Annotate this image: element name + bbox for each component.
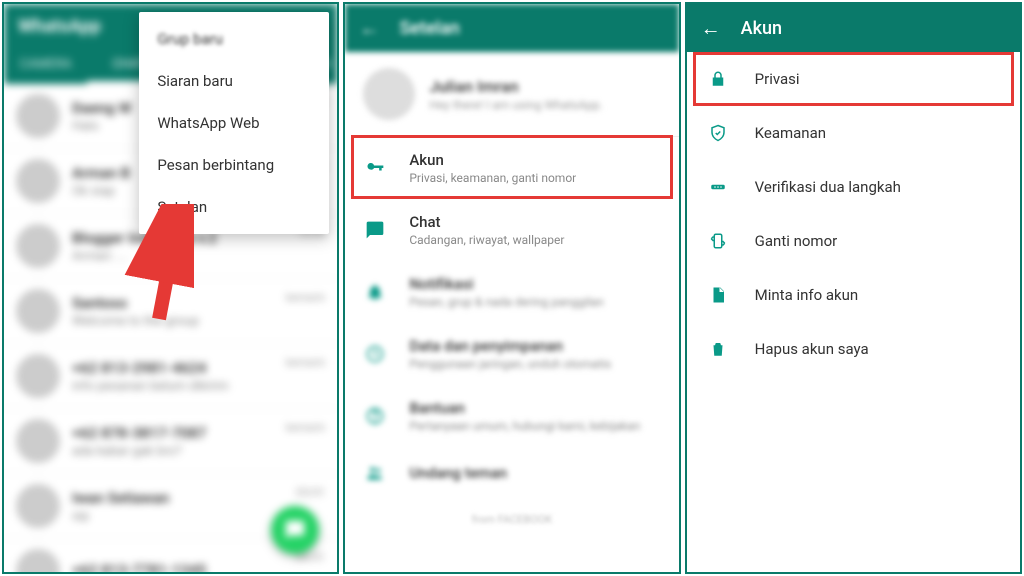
chat-row[interactable]: +62 878-3817-7087 ada kabar gak bro? kem… [4,409,337,474]
chat-preview: ada kabar gak bro? [72,444,286,459]
overflow-menu: Grup baruSiaran baruWhatsApp WebPesan be… [139,12,329,234]
chat-time: kemarin [286,421,325,434]
avatar [16,419,60,463]
settings-item-bantuan[interactable]: Bantuan Pertanyaan umum, hubungi kami, k… [345,385,678,447]
account-item-minta-info-akun[interactable]: Minta info akun [687,268,1020,322]
new-chat-fab[interactable] [271,506,319,554]
settings-item-title: Notifikasi [409,275,603,293]
avatar [16,549,60,574]
avatar [16,159,60,203]
avatar [16,224,60,268]
help-icon [363,404,387,428]
chat-time: kemarin [286,291,325,304]
footer-brand: from FACEBOOK [345,499,678,540]
profile-row[interactable]: Julian Imran Hey there! I am using Whats… [345,52,678,136]
settings-item-sub: Pertanyaan umum, hubungi kami, kebijakan [409,419,640,433]
account-appbar: ← Akun [687,4,1020,52]
annotation-arrow [124,204,194,328]
settings-item-title: Chat [409,213,564,231]
settings-item-data-dan-penyimpanan[interactable]: Data dan penyimpanan Penggunaan jaringan… [345,323,678,385]
avatar [16,354,60,398]
message-icon [284,519,306,541]
settings-item-title: Data dan penyimpanan [409,337,611,355]
chat-name: Iwan Setiawan [72,489,296,507]
account-item-label: Ganti nomor [755,232,838,250]
chat-time: 05/01 [296,486,325,499]
menu-item-pesan-berbintang[interactable]: Pesan berbintang [139,144,329,186]
account-title: Akun [741,18,782,39]
chat-name: +62 878-3817-7087 [72,424,286,442]
shield-icon [707,122,729,144]
avatar [16,289,60,333]
avatar [16,94,60,138]
chat-row[interactable]: +62 813-2981-4624 info pesanan belum dik… [4,344,337,409]
settings-item-sub: Pesan, grup & nada dering panggilan [409,295,603,309]
menu-item-siaran-baru[interactable]: Siaran baru [139,60,329,102]
chat-name: +62 813-2981-4624 [72,359,286,377]
bell-icon [363,280,387,304]
account-list: Privasi Keamanan Verifikasi dua langkah … [687,52,1020,376]
dots-icon [707,176,729,198]
menu-item-grup-baru[interactable]: Grup baru [139,18,329,60]
chat-icon [363,218,387,242]
back-icon[interactable]: ← [701,16,721,41]
panel-chats: WhatsApp CAMERA CHAT STATUS PANGGILAN Da… [2,2,339,574]
chat-preview: sip [72,509,296,524]
data-icon [363,342,387,366]
account-item-label: Hapus akun saya [755,340,869,358]
chat-name: +62 813-7781-1345 [72,561,296,574]
account-item-ganti-nomor[interactable]: Ganti nomor [687,214,1020,268]
account-item-verifikasi-dua-langkah[interactable]: Verifikasi dua langkah [687,160,1020,214]
profile-name: Julian Imran [429,77,603,96]
settings-item-title: Undang teman [409,464,507,482]
account-item-keamanan[interactable]: Keamanan [687,106,1020,160]
settings-item-sub: Penggunaan jaringan, unduh otomatis [409,357,611,371]
settings-item-chat[interactable]: Chat Cadangan, riwayat, wallpaper [345,199,678,261]
doc-icon [707,284,729,306]
panel-account: ← Akun Privasi Keamanan Verifikasi dua l… [685,2,1022,574]
highlight-box [693,52,1014,106]
menu-item-whatsapp-web[interactable]: WhatsApp Web [139,102,329,144]
highlight-box [351,135,672,199]
account-item-label: Keamanan [755,124,826,142]
settings-item-undang-teman[interactable]: Undang teman [345,447,678,499]
chat-time: kemarin [286,356,325,369]
settings-item-title: Bantuan [409,399,640,417]
panel-settings: ← Setelan Julian Imran Hey there! I am u… [343,2,680,574]
settings-list: Akun Privasi, keamanan, ganti nomor Chat… [345,137,678,499]
phone-swap-icon [707,230,729,252]
settings-appbar: ← Setelan [345,4,678,52]
trash-icon [707,338,729,360]
tab-camera[interactable]: CAMERA [4,48,87,84]
settings-item-notifikasi[interactable]: Notifikasi Pesan, grup & nada dering pan… [345,261,678,323]
settings-item-sub: Cadangan, riwayat, wallpaper [409,233,564,247]
back-icon[interactable]: ← [359,16,379,41]
account-item-hapus-akun-saya[interactable]: Hapus akun saya [687,322,1020,376]
settings-title: Setelan [399,18,460,39]
avatar [16,484,60,528]
profile-status: Hey there! I am using WhatsApp. [429,98,603,112]
account-item-label: Verifikasi dua langkah [755,178,901,196]
chat-preview: info pesanan belum dikirim [72,379,286,394]
account-item-label: Minta info akun [755,286,859,304]
people-icon [363,461,387,485]
avatar [363,68,415,120]
